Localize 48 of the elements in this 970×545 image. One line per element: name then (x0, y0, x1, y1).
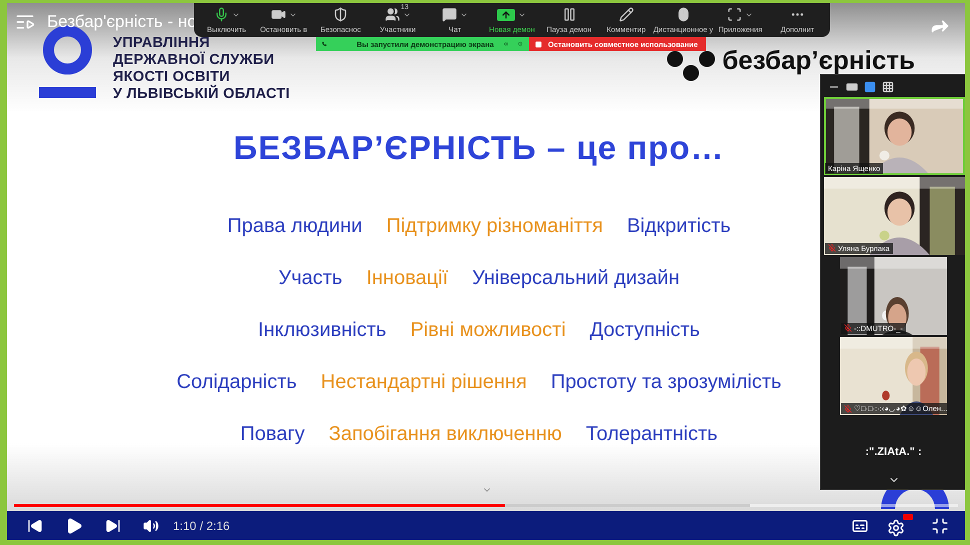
value-term: Повагу (240, 422, 305, 447)
progress-bar[interactable] (14, 504, 958, 507)
previous-icon[interactable] (27, 518, 43, 534)
stop-icon (535, 40, 542, 48)
value-term: Рівні можливості (410, 318, 566, 343)
apps-icon (727, 7, 742, 22)
value-term: Нестандартні рішення (320, 370, 527, 395)
pencil-icon (618, 7, 634, 22)
speaker-icon (504, 40, 508, 48)
participant-name: :".ZIAtA." : (865, 446, 922, 458)
view-mode-icon[interactable] (846, 80, 858, 93)
share-screen-icon (497, 8, 516, 20)
value-term: Запобігання виключенню (328, 422, 562, 447)
playback-time: 1:10 / 2:16 (173, 518, 230, 532)
phone-icon (322, 40, 327, 48)
value-term: Універсальний дизайн (472, 266, 680, 291)
shield-icon (518, 40, 524, 48)
organization-name: УПРАВЛІННЯ (113, 35, 211, 52)
view-mode-icon[interactable] (882, 80, 894, 93)
settings-icon[interactable] (887, 514, 913, 537)
value-term: Інклюзивність (258, 318, 386, 343)
value-term: Доступність (590, 318, 700, 343)
value-term: Права людини (227, 214, 362, 239)
value-term: Відкритість (626, 214, 731, 239)
brand-name: безбар’єрність (722, 48, 915, 73)
organization-name: ДЕРЖАВНОЇ СЛУЖБИ (113, 52, 276, 69)
value-term: Толерантність (586, 422, 718, 447)
exit-fullscreen-icon[interactable] (931, 516, 949, 534)
value-term: Інновації (366, 266, 448, 291)
value-term: Солідарність (176, 370, 297, 395)
pause-icon (562, 7, 577, 22)
next-icon[interactable] (105, 518, 121, 534)
organization-name: У ЛЬВІВСЬКІЙ ОБЛАСТІ (113, 86, 290, 103)
organization-name: ЯКОСТІ ОСВІТИ (113, 69, 232, 85)
value-term: Підтримку різноманіття (386, 214, 603, 239)
view-mode-icon[interactable] (864, 80, 876, 93)
volume-icon[interactable] (143, 518, 159, 534)
people-icon (384, 7, 400, 22)
play-icon[interactable] (65, 516, 83, 534)
slide-heading: БЕЗБАР’ЄРНІСТЬ – це про… (234, 129, 724, 167)
camera-icon (270, 7, 286, 22)
shield-icon (333, 7, 348, 22)
microphone-icon (214, 7, 228, 22)
mouse-icon (676, 7, 691, 22)
value-term: Участь (278, 266, 342, 291)
chat-icon (442, 7, 457, 22)
value-term: Простоту та зрозумілість (550, 370, 782, 395)
dots-logo-icon (666, 48, 716, 82)
